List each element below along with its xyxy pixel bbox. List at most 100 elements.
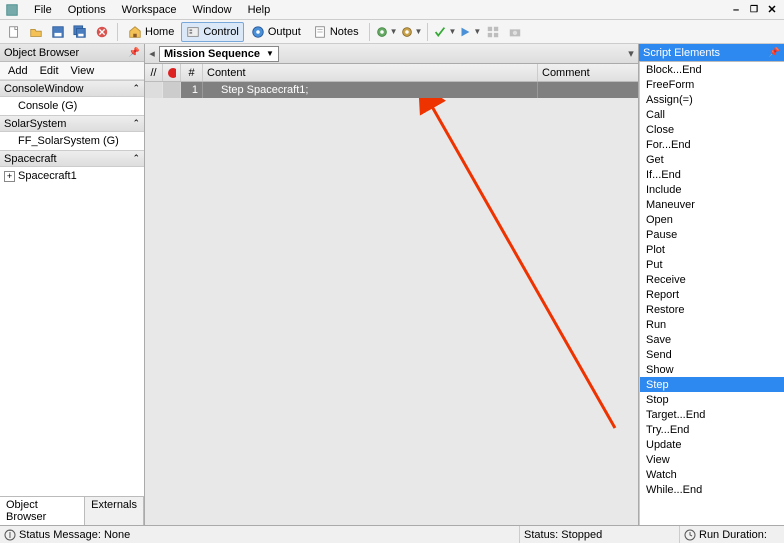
status-duration: Run Duration: — [680, 526, 784, 543]
toolbar: Home Control Output Notes ▼ ▼ ▼ ▼ — [0, 20, 784, 44]
app-icon — [4, 2, 20, 18]
view-action[interactable]: View — [71, 65, 95, 77]
prev-arrow-icon[interactable]: ◂ — [145, 47, 159, 60]
col-content[interactable]: Content — [203, 64, 538, 81]
script-item[interactable]: Save — [640, 332, 784, 347]
menu-file[interactable]: File — [26, 2, 60, 18]
chevron-down-icon: ▼ — [266, 49, 274, 58]
section-consolewindow[interactable]: ConsoleWindow⌃ — [0, 80, 144, 97]
object-browser-title-text: Object Browser — [4, 47, 79, 59]
red-arrow-annotation — [145, 98, 635, 538]
menu-options[interactable]: Options — [60, 2, 114, 18]
script-item[interactable]: Block...End — [640, 62, 784, 77]
notes-label: Notes — [330, 26, 359, 38]
pin-icon[interactable]: 📌 — [129, 47, 140, 58]
main-area: Object Browser 📌 Add Edit View ConsoleWi… — [0, 44, 784, 525]
play-dropdown[interactable]: ▼ — [458, 22, 481, 42]
script-item[interactable]: While...End — [640, 482, 784, 497]
notes-button[interactable]: Notes — [308, 22, 364, 42]
cell-number: 1 — [181, 82, 203, 98]
close-button[interactable]: ✕ — [764, 2, 780, 18]
next-arrow-icon[interactable]: ▾ — [624, 47, 638, 60]
grid-button[interactable] — [483, 22, 503, 42]
cell-content[interactable]: Step Spacecraft1; — [203, 82, 538, 98]
script-item[interactable]: Plot — [640, 242, 784, 257]
script-item[interactable]: FreeForm — [640, 77, 784, 92]
script-item[interactable]: Receive — [640, 272, 784, 287]
object-browser-panel: Object Browser 📌 Add Edit View ConsoleWi… — [0, 44, 145, 525]
script-item[interactable]: Restore — [640, 302, 784, 317]
pin-icon[interactable]: 📌 — [769, 47, 780, 58]
script-item[interactable]: Assign(=) — [640, 92, 784, 107]
script-item[interactable]: For...End — [640, 137, 784, 152]
script-elements-panel: Script Elements 📌 Block...EndFreeFormAss… — [639, 44, 784, 525]
script-item[interactable]: Put — [640, 257, 784, 272]
script-item[interactable]: Try...End — [640, 422, 784, 437]
script-item[interactable]: Watch — [640, 467, 784, 482]
menu-window[interactable]: Window — [184, 2, 239, 18]
cell-breakpoint[interactable] — [163, 82, 181, 98]
home-button[interactable]: Home — [123, 22, 179, 42]
script-item[interactable]: Call — [640, 107, 784, 122]
edit-action[interactable]: Edit — [40, 65, 59, 77]
script-item[interactable]: View — [640, 452, 784, 467]
script-item[interactable]: Open — [640, 212, 784, 227]
minimize-button[interactable]: – — [728, 2, 744, 18]
tree-item-console[interactable]: Console (G) — [0, 97, 144, 115]
script-item[interactable]: Include — [640, 182, 784, 197]
menu-help[interactable]: Help — [240, 2, 279, 18]
tab-externals[interactable]: Externals — [85, 497, 144, 525]
script-elements-title: Script Elements 📌 — [639, 44, 784, 62]
open-button[interactable] — [26, 22, 46, 42]
script-item[interactable]: Send — [640, 347, 784, 362]
status-duration-label: Run Duration: — [699, 529, 767, 541]
col-comment-toggle[interactable]: // — [145, 64, 163, 81]
home-label: Home — [145, 26, 174, 38]
restore-button[interactable]: ❐ — [746, 2, 762, 18]
check-dropdown[interactable]: ▼ — [433, 22, 456, 42]
chevron-up-icon: ⌃ — [132, 153, 140, 164]
script-item[interactable]: Stop — [640, 392, 784, 407]
script-item[interactable]: Get — [640, 152, 784, 167]
gear-gold-dropdown[interactable]: ▼ — [400, 22, 423, 42]
section-spacecraft[interactable]: Spacecraft⌃ — [0, 150, 144, 167]
output-button[interactable]: Output — [246, 22, 306, 42]
script-item[interactable]: Show — [640, 362, 784, 377]
script-item[interactable]: Target...End — [640, 407, 784, 422]
cell-toggle[interactable] — [145, 82, 163, 98]
status-message-label: Status Message: — [19, 529, 101, 541]
section-solarsystem[interactable]: SolarSystem⌃ — [0, 115, 144, 132]
col-comment[interactable]: Comment — [538, 64, 638, 81]
delete-button[interactable] — [92, 22, 112, 42]
new-button[interactable] — [4, 22, 24, 42]
cell-comment[interactable] — [538, 82, 638, 98]
script-item[interactable]: Step — [640, 377, 784, 392]
tab-object-browser[interactable]: Object Browser — [0, 497, 85, 525]
save-all-button[interactable] — [70, 22, 90, 42]
script-item[interactable]: Update — [640, 437, 784, 452]
gear-green-dropdown[interactable]: ▼ — [375, 22, 398, 42]
tree-item-spacecraft1[interactable]: + Spacecraft1 — [0, 167, 144, 185]
menu-workspace[interactable]: Workspace — [114, 2, 185, 18]
expand-icon[interactable]: + — [4, 171, 15, 182]
object-browser-actions: Add Edit View — [0, 62, 144, 80]
script-item[interactable]: If...End — [640, 167, 784, 182]
script-item[interactable]: Maneuver — [640, 197, 784, 212]
script-item[interactable]: Report — [640, 287, 784, 302]
script-item[interactable]: Close — [640, 122, 784, 137]
object-browser-tabs: Object Browser Externals — [0, 496, 144, 525]
camera-button[interactable] — [505, 22, 525, 42]
col-number[interactable]: # — [181, 64, 203, 81]
grid-row[interactable]: 1 Step Spacecraft1; — [145, 82, 638, 98]
script-item[interactable]: Run — [640, 317, 784, 332]
script-item[interactable]: Pause — [640, 227, 784, 242]
mission-sequence-panel: ◂ Mission Sequence ▼ ▾ // # Content Comm… — [145, 44, 639, 525]
clock-icon — [684, 529, 696, 541]
add-action[interactable]: Add — [8, 65, 28, 77]
status-bar: i Status Message: None Status: Stopped R… — [0, 525, 784, 543]
col-breakpoint[interactable] — [163, 64, 181, 81]
control-button[interactable]: Control — [181, 22, 243, 42]
tree-item-ffsolarsystem[interactable]: FF_SolarSystem (G) — [0, 132, 144, 150]
mission-sequence-dropdown[interactable]: Mission Sequence ▼ — [159, 46, 279, 62]
save-button[interactable] — [48, 22, 68, 42]
